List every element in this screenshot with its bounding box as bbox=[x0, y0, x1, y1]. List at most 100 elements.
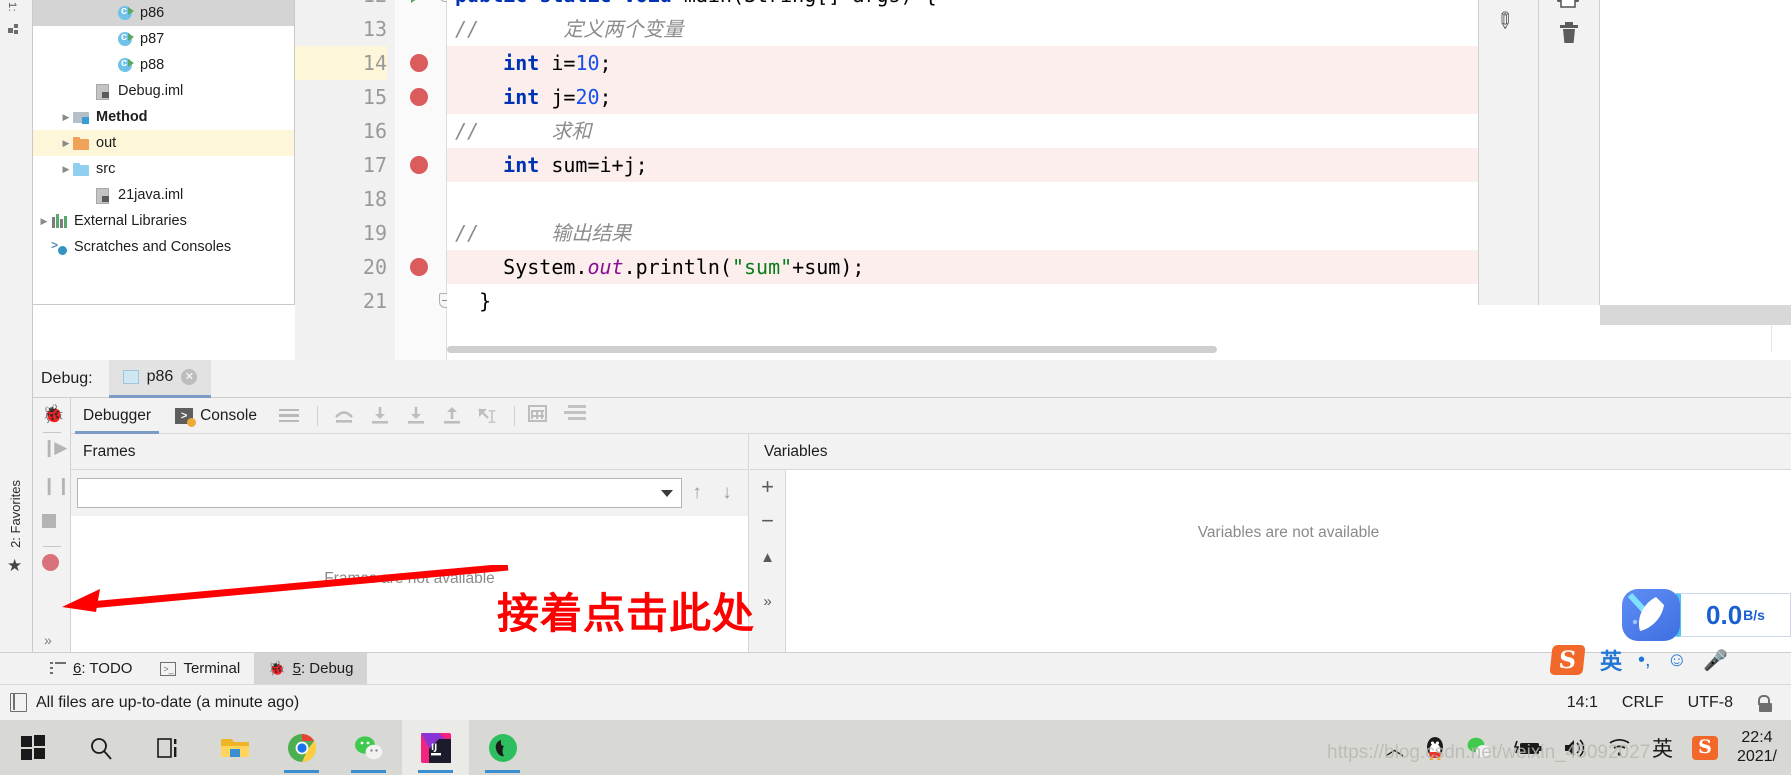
code-line[interactable]: System.out.println("sum"+sum); bbox=[455, 250, 864, 284]
ime-english-icon[interactable]: 英 bbox=[1652, 733, 1673, 763]
line-separator[interactable]: CRLF bbox=[1622, 694, 1664, 712]
tree-item-21java-iml[interactable]: 21java.iml bbox=[33, 182, 294, 208]
bottom-tab-terminal[interactable]: >_ Terminal bbox=[146, 653, 254, 685]
arrow-up-icon[interactable]: ↑ bbox=[682, 482, 712, 504]
print-icon[interactable] bbox=[1555, 0, 1581, 14]
iml-file-icon bbox=[95, 83, 113, 100]
layout-icon[interactable] bbox=[563, 404, 590, 427]
pause-icon[interactable]: ❙❙ bbox=[42, 476, 71, 496]
breakpoint-icon[interactable] bbox=[42, 554, 62, 574]
structure-icon[interactable] bbox=[8, 22, 24, 38]
code-line[interactable]: int j=20; bbox=[455, 80, 611, 114]
star-icon[interactable]: ★ bbox=[7, 557, 22, 574]
evaluate-expression-icon[interactable] bbox=[527, 404, 554, 427]
code-line[interactable]: // 输出结果 bbox=[455, 216, 631, 250]
debug-session-tab[interactable]: p86 ✕ bbox=[108, 359, 212, 398]
file-encoding[interactable]: UTF-8 bbox=[1688, 694, 1733, 712]
chrome-button[interactable] bbox=[268, 720, 335, 775]
expand-arrow-icon[interactable]: ▶ bbox=[59, 164, 73, 175]
code-line[interactable]: } bbox=[455, 284, 491, 318]
emoji-icon[interactable]: ☺ bbox=[1667, 649, 1687, 672]
remove-watch-button[interactable]: − bbox=[750, 504, 785, 538]
force-step-into-icon[interactable] bbox=[403, 405, 429, 427]
bug-icon[interactable]: 🐞 bbox=[42, 404, 64, 424]
stop-icon[interactable] bbox=[42, 514, 62, 534]
punctuation-icon[interactable]: •, bbox=[1638, 649, 1651, 672]
ime-toolbar[interactable]: S 英 •, ☺ 🎤 bbox=[1545, 640, 1791, 680]
breakpoint-icon[interactable] bbox=[410, 54, 428, 72]
sogou-logo-icon[interactable]: S bbox=[1549, 645, 1586, 675]
tab-console[interactable]: > Console bbox=[163, 398, 269, 434]
start-button[interactable] bbox=[0, 720, 67, 775]
breakpoint-icon[interactable] bbox=[410, 156, 428, 174]
project-tree[interactable]: c p86 c p87 c p88 Debug.iml ▶ Method ▶ out ▶ src 21ja… bbox=[33, 0, 295, 305]
ime-mode-label[interactable]: 英 bbox=[1600, 644, 1622, 676]
arrow-down-icon[interactable]: ↓ bbox=[712, 482, 742, 504]
code-token: } bbox=[455, 289, 492, 313]
tree-item-label: Debug.iml bbox=[118, 83, 184, 99]
microphone-icon[interactable]: 🎤 bbox=[1703, 648, 1728, 673]
tree-item-scratches-and-consoles[interactable]: Scratches and Consoles bbox=[33, 234, 294, 260]
add-watch-button[interactable]: + bbox=[750, 470, 785, 504]
gutter-icon-column[interactable] bbox=[395, 0, 452, 360]
tree-item-debug-iml[interactable]: Debug.iml bbox=[33, 78, 294, 104]
step-over-icon[interactable] bbox=[331, 405, 357, 427]
task-view-button[interactable] bbox=[134, 720, 201, 775]
tree-item-out[interactable]: ▶ out bbox=[33, 130, 294, 156]
expand-arrow-icon[interactable]: ▶ bbox=[37, 216, 51, 227]
close-icon[interactable]: ✕ bbox=[181, 369, 198, 385]
pin-icon[interactable]: ✎ bbox=[1489, 5, 1520, 36]
resume-icon[interactable]: ❙▶ bbox=[42, 438, 67, 458]
variables-side-toolbar[interactable]: + − ▲ » bbox=[750, 470, 786, 652]
search-button[interactable] bbox=[67, 720, 134, 775]
sogou-logo-icon[interactable]: S bbox=[1691, 735, 1718, 760]
evernote-button[interactable] bbox=[469, 720, 536, 775]
debug-tab-bar[interactable]: Debugger > Console bbox=[71, 398, 1791, 434]
breakpoint-icon[interactable] bbox=[410, 88, 428, 106]
tree-item-external-libraries[interactable]: ▶ External Libraries bbox=[33, 208, 294, 234]
horizontal-scrollbar-thumb[interactable] bbox=[447, 346, 1217, 353]
expand-arrow-icon[interactable]: ▶ bbox=[59, 112, 73, 123]
step-into-icon[interactable] bbox=[367, 405, 393, 427]
menu-icon[interactable] bbox=[278, 408, 299, 423]
network-speed-widget[interactable]: 0.0 B/s bbox=[1622, 589, 1791, 641]
run-method-icon[interactable] bbox=[411, 0, 423, 3]
expand-arrow-icon[interactable]: ▶ bbox=[59, 138, 73, 149]
variables-more-button[interactable]: » bbox=[750, 578, 785, 626]
wechat-button[interactable] bbox=[335, 720, 402, 775]
tab-debugger[interactable]: Debugger bbox=[71, 398, 163, 434]
caret-position[interactable]: 14:1 bbox=[1567, 694, 1598, 712]
bottom-tool-tabs[interactable]: 6: TODO >_ Terminal 🐞 5: Debug bbox=[0, 652, 1791, 685]
chevron-down-icon[interactable] bbox=[661, 489, 673, 497]
code-line[interactable]: // 求和 bbox=[455, 114, 591, 148]
code-line[interactable]: // 定义两个变量 bbox=[455, 12, 683, 46]
thread-selector[interactable] bbox=[77, 478, 682, 508]
code-line[interactable]: public static void main(String[] args) { bbox=[455, 0, 937, 12]
tree-item-p86[interactable]: c p86 bbox=[33, 0, 294, 26]
file-explorer-button[interactable] bbox=[201, 720, 268, 775]
move-up-button[interactable]: ▲ bbox=[750, 538, 785, 578]
more-options-icon[interactable]: » bbox=[44, 632, 52, 648]
step-out-icon[interactable] bbox=[439, 405, 465, 427]
trash-icon[interactable] bbox=[1559, 22, 1579, 51]
breakpoint-icon[interactable] bbox=[410, 258, 428, 276]
code-line[interactable]: int i=10; bbox=[455, 46, 611, 80]
bird-icon bbox=[1622, 589, 1680, 641]
project-tool-label[interactable]: 1: bbox=[6, 2, 18, 12]
code-token: int bbox=[503, 85, 552, 109]
document-icon[interactable] bbox=[10, 693, 27, 712]
taskbar-clock[interactable]: 22:4 2021/ bbox=[1737, 729, 1777, 766]
line-number: 20 bbox=[362, 255, 387, 279]
tree-item-method[interactable]: ▶ Method bbox=[33, 104, 294, 130]
sidebar-item-favorites[interactable]: 2: Favorites bbox=[8, 480, 23, 548]
intellij-button[interactable]: IJ bbox=[402, 720, 469, 775]
tree-item-src[interactable]: ▶ src bbox=[33, 156, 294, 182]
run-to-cursor-icon[interactable] bbox=[475, 405, 501, 427]
unlocked-icon[interactable] bbox=[1757, 694, 1773, 712]
bottom-tab-debug[interactable]: 🐞 5: Debug bbox=[254, 652, 368, 685]
editor-gutter[interactable]: 12 13 14 15 16 17 18 19 20 21 bbox=[295, 0, 452, 360]
tree-item-p87[interactable]: c p87 bbox=[33, 26, 294, 52]
tree-item-p88[interactable]: c p88 bbox=[33, 52, 294, 78]
bottom-tab-todo[interactable]: 6: TODO bbox=[36, 653, 146, 685]
code-line[interactable]: int sum=i+j; bbox=[455, 148, 648, 182]
